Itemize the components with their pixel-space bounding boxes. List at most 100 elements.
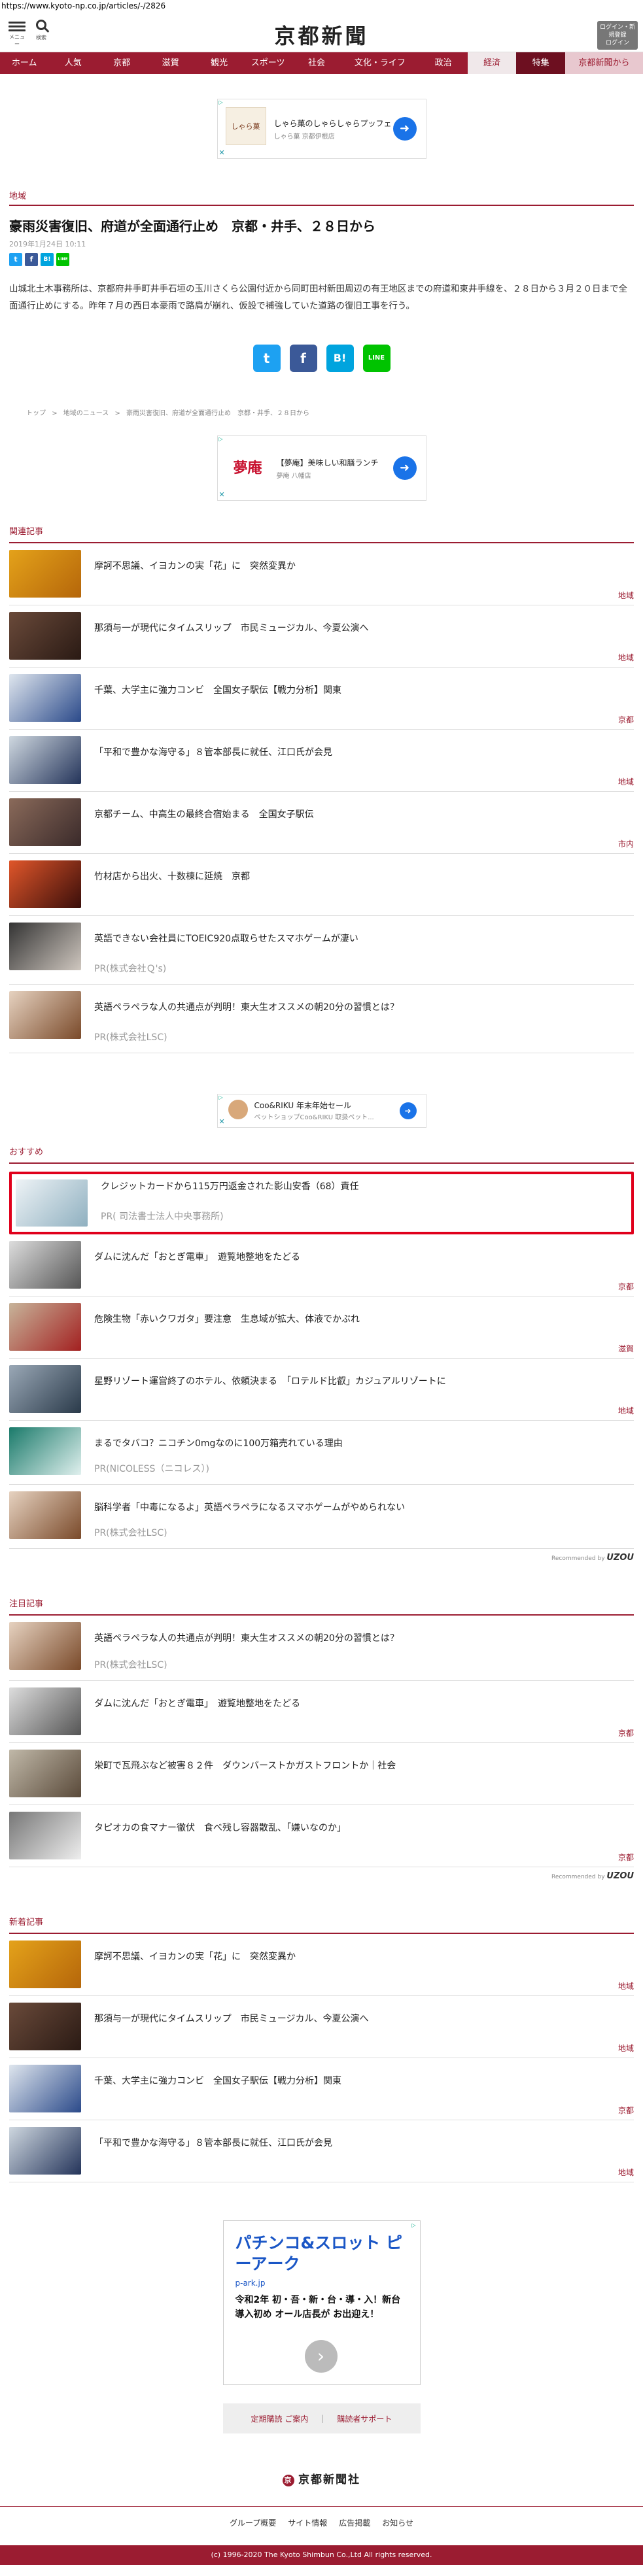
breadcrumb-top[interactable]: トップ [26, 410, 46, 417]
list-item[interactable]: 栄町で瓦飛ぶなど被害８２件 ダウンバーストかガストフロントか｜社会 [9, 1743, 634, 1805]
item-category: 京都 [617, 715, 634, 724]
nav-society[interactable]: 社会 [292, 52, 341, 74]
footer-link-ads[interactable]: 広告掲載 [339, 2517, 370, 2545]
subscription-links: 定期購読 ご案内 | 購読者サポート [222, 2403, 421, 2433]
list-item[interactable]: 竹材店から出火、十数棟に延焼 京都 [9, 854, 634, 916]
recommended-by[interactable]: Recommended by UZOU [9, 1867, 634, 1881]
list-item[interactable]: 千葉、大学主に強力コンビ 全国女子駅伝【戦力分析】関東 京都 [9, 668, 634, 730]
ad-info-icon[interactable]: ▷ [410, 2222, 417, 2228]
footer-links: グループ概要 サイト情報 広告掲載 お知らせ [0, 2506, 643, 2545]
hatena-share-icon[interactable]: B! [326, 345, 354, 372]
latest-section: 新着記事 摩訶不思議、イヨカンの実「花」に 突然変異か 地域 那須与一が現代にタイ… [0, 1915, 643, 2182]
ad-close-icon[interactable]: ✕ [219, 490, 225, 499]
item-title: 英語ペラペラな人の共通点が判明！東大生オススメの朝20分の習慣とは？ [94, 1002, 399, 1013]
nav-sports[interactable]: スポーツ [243, 52, 292, 74]
ad-close-icon[interactable]: ✕ [219, 1117, 225, 1126]
list-item-highlighted[interactable]: クレジットカードから115万円返金された影山安香（68）責任 PR( 司法書士法… [9, 1172, 634, 1234]
item-title: 星野リゾート運営終了のホテル、依頼決まる 「ロテルド比叡」カジュアルリゾートに [94, 1376, 446, 1387]
ad-arrow-icon[interactable]: ➜ [399, 1102, 417, 1119]
ad-close-icon[interactable]: ✕ [219, 148, 225, 157]
twitter-icon[interactable]: t [9, 253, 22, 266]
recommended-by[interactable]: Recommended by UZOU [9, 1549, 634, 1563]
line-share-icon[interactable]: LINE [362, 345, 391, 372]
ad-arrow-icon[interactable]: › [304, 2340, 338, 2373]
thumbnail [9, 2003, 81, 2050]
nav-special[interactable]: 特集 [516, 52, 565, 74]
ad-arrow-icon[interactable]: ➜ [392, 117, 417, 141]
twitter-share-icon[interactable]: t [252, 345, 281, 372]
ad-banner-top[interactable]: ▷ しゃら菓 しゃら菓のしゃらしゃらプッフェ しゃら菓 京都伊根店 ➜ ✕ [217, 99, 426, 159]
footer-link-group[interactable]: グループ概要 [230, 2517, 276, 2545]
ad-info-icon[interactable]: ▷ [218, 99, 224, 105]
nav-shiga[interactable]: 滋賀 [146, 52, 194, 74]
article-date: 2019年1月24日 10:11 [9, 240, 86, 248]
article: 地域 豪雨災害復旧、府道が全面通行止め 京都・井手、２８日から 2019年1月2… [9, 185, 634, 417]
site-logo[interactable]: 京都新聞 [0, 20, 643, 50]
ad-banner-mid[interactable]: ▷ 夢庵 【夢庵】美味しい和膳ランチ 夢庵 八幡店 ➜ ✕ [217, 435, 426, 501]
breadcrumb-local[interactable]: 地域のニュース [63, 410, 109, 417]
line-icon[interactable]: LINE [56, 253, 69, 266]
thumbnail [9, 1491, 81, 1539]
subscription-link[interactable]: 定期購読 ご案内 [251, 2413, 309, 2424]
item-title: 竹材店から出火、十数棟に延焼 京都 [94, 872, 250, 882]
attention-section: 注目記事 英語ペラペラな人の共通点が判明！東大生オススメの朝20分の習慣とは？ P… [0, 1597, 643, 1881]
list-item[interactable]: 「平和で豊かな海守る」８管本部長に就任、江口氏が会見 地域 [9, 2120, 634, 2182]
thumbnail [9, 2065, 81, 2112]
footer-link-news[interactable]: お知らせ [382, 2517, 413, 2545]
item-category: 地域 [617, 2044, 634, 2053]
breadcrumb-sep: > [114, 410, 120, 417]
item-title: 危険生物「赤いクワガタ」要注意 生息域が拡大、体液でかぶれ [94, 1314, 360, 1325]
item-title: タピオカの食マナー徹伏 食べ残し容器散乱、「嫌いなのか」 [94, 1823, 346, 1833]
list-item[interactable]: ダムに沈んだ「おとぎ電車」 遊覧地整地をたどる 京都 [9, 1234, 634, 1296]
item-pr: PR( 司法書士法人中央事務所) [101, 1212, 224, 1222]
list-item[interactable]: 摩訶不思議、イヨカンの実「花」に 突然変異か 地域 [9, 543, 634, 605]
nav-tourism[interactable]: 観光 [195, 52, 243, 74]
item-category: 市内 [617, 839, 634, 849]
ad-large[interactable]: ▷ パチンコ&スロット ピーアーク p-ark.jp 令和2年 初・吾・新・台・… [222, 2220, 421, 2385]
item-category: 地域 [617, 777, 634, 787]
login-button[interactable]: ログイン・新規登録 ログイン [597, 21, 638, 50]
facebook-icon[interactable]: f [25, 253, 38, 266]
ad-info-icon[interactable]: ▷ [218, 436, 224, 442]
large-share-bar: t f B! LINE [9, 345, 634, 372]
ad-image [228, 1100, 248, 1119]
ad-info-icon[interactable]: ▷ [218, 1094, 224, 1100]
list-item[interactable]: 英語できない会社員にTOEIC920点取らせたスマホゲームが凄い PR(株式会社Ｑ… [9, 916, 634, 985]
list-item[interactable]: 「平和で豊かな海守る」８管本部長に就任、江口氏が会見 地域 [9, 730, 634, 792]
list-item[interactable]: 星野リゾート運営終了のホテル、依頼決まる 「ロテルド比叡」カジュアルリゾートに地… [9, 1359, 634, 1421]
list-item[interactable]: 那須与一が現代にタイムスリップ 市民ミュージカル、今夏公演へ 地域 [9, 1996, 634, 2058]
ad-title: しゃら菓のしゃらしゃらプッフェ [273, 119, 392, 128]
list-item[interactable]: まるでタバコ？ニコチン0mgなのに100万箱売れている理由 PR(NICOLESS… [9, 1421, 634, 1485]
hatena-icon[interactable]: B! [41, 253, 54, 266]
facebook-share-icon[interactable]: f [289, 345, 317, 372]
list-item[interactable]: 英語ペラペラな人の共通点が判明！東大生オススメの朝20分の習慣とは？ PR(株式会… [9, 985, 634, 1053]
nav-politics[interactable]: 政治 [419, 52, 467, 74]
list-item[interactable]: 京都チーム、中高生の最終合宿始まる 全国女子駅伝 市内 [9, 792, 634, 854]
footer-link-site[interactable]: サイト情報 [288, 2517, 327, 2545]
list-item[interactable]: 千葉、大学主に強力コンビ 全国女子駅伝【戦力分析】関東 京都 [9, 2058, 634, 2120]
thumbnail [9, 674, 81, 722]
item-pr: PR(株式会社LSC) [94, 1528, 167, 1538]
nav-popular[interactable]: 人気 [48, 52, 97, 74]
footer-logo[interactable]: 京京都新聞社 [0, 2470, 643, 2486]
nav-home[interactable]: ホーム [0, 52, 48, 74]
nav-kyoto[interactable]: 京都 [97, 52, 146, 74]
list-item[interactable]: 那須与一が現代にタイムスリップ 市民ミュージカル、今夏公演へ 地域 [9, 605, 634, 668]
list-item[interactable]: タピオカの食マナー徹伏 食べ残し容器散乱、「嫌いなのか」 京都 [9, 1805, 634, 1867]
ad-title: Coo&RIKU 年末年始セール [254, 1101, 351, 1110]
nav-culture[interactable]: 文化・ライフ [341, 52, 419, 74]
list-item[interactable]: ダムに沈んだ「おとぎ電車」 遊覧地整地をたどる 京都 [9, 1681, 634, 1743]
item-title: クレジットカードから115万円返金された影山安香（68）責任 [101, 1181, 359, 1192]
list-item[interactable]: 危険生物「赤いクワガタ」要注意 生息域が拡大、体液でかぶれ 滋賀 [9, 1296, 634, 1359]
nav-from-kyoto[interactable]: 京都新聞から [565, 52, 643, 74]
ad-arrow-icon[interactable]: ➜ [392, 456, 417, 480]
ad-banner-small[interactable]: ▷ Coo&RIKU 年末年始セール ペットショップCoo&RIKU 取扱ペット… [217, 1094, 426, 1128]
list-item[interactable]: 摩訶不思議、イヨカンの実「花」に 突然変異か 地域 [9, 1934, 634, 1996]
attention-label: 注目記事 [9, 1597, 634, 1616]
thumbnail [9, 798, 81, 846]
reader-support-link[interactable]: 購読者サポート [337, 2413, 392, 2424]
list-item[interactable]: 英語ペラペラな人の共通点が判明！東大生オススメの朝20分の習慣とは？ PR(株式会… [9, 1616, 634, 1681]
list-item[interactable]: 脳科学者「中毒になるよ」英語ペラペラになるスマホゲームがやめられない PR(株式会… [9, 1485, 634, 1549]
thumbnail [9, 1622, 81, 1670]
nav-economy[interactable]: 経済 [467, 52, 517, 74]
